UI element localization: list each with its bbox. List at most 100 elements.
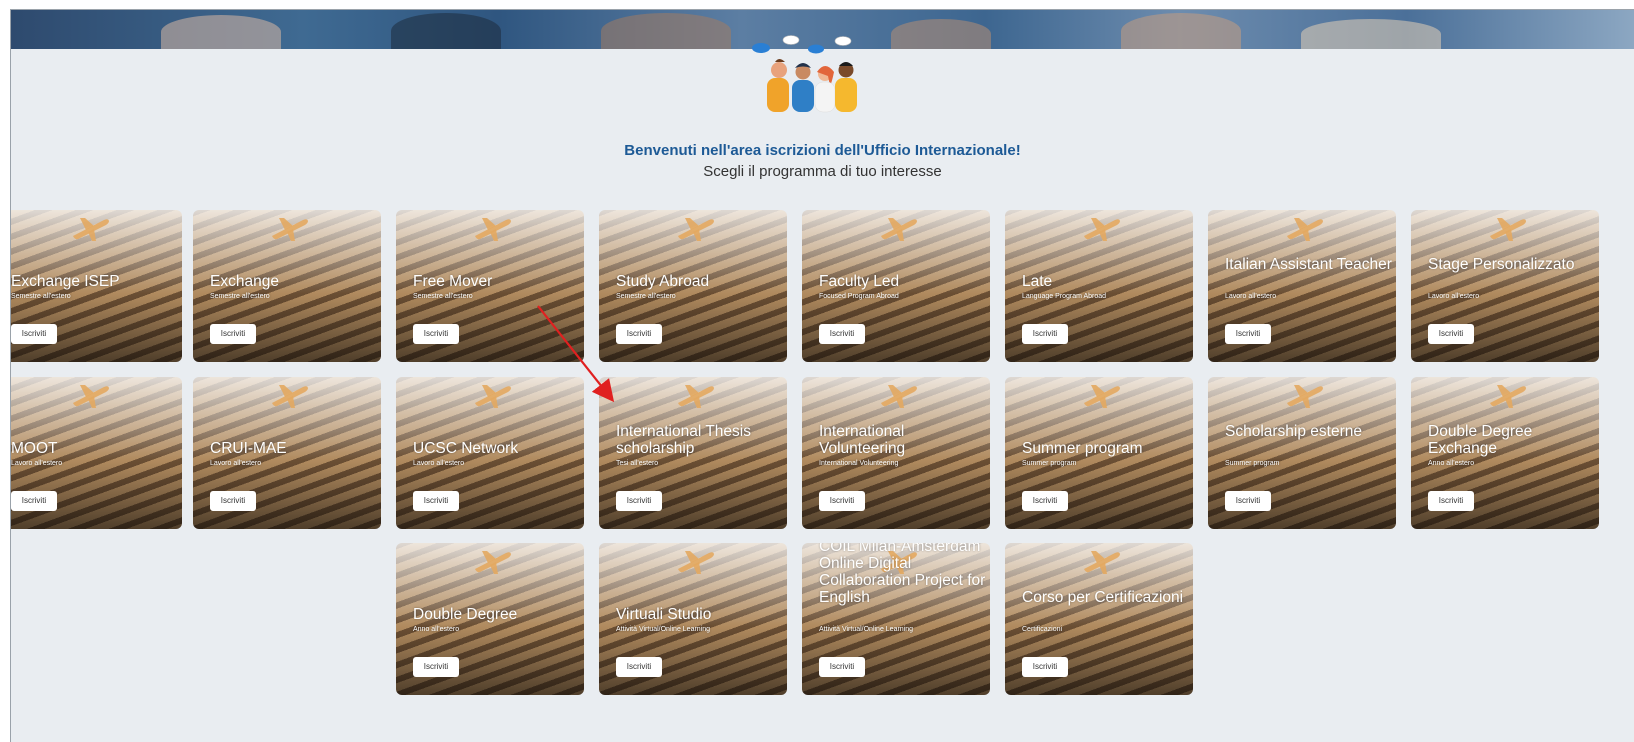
iscriviti-button[interactable]: Iscriviti	[1022, 324, 1068, 344]
program-title: Stage Personalizzato	[1428, 256, 1575, 273]
airplane-icon	[1084, 218, 1120, 241]
program-subtitle: Lavoro all'estero	[11, 460, 63, 467]
iscriviti-button[interactable]: Iscriviti	[413, 324, 459, 344]
program-title: Scholarship esterne	[1225, 423, 1362, 440]
program-title: MOOT	[11, 440, 58, 457]
iscriviti-button[interactable]: Iscriviti	[819, 324, 865, 344]
program-card-exchange: Exchange Semestre all'estero Iscriviti	[193, 210, 381, 362]
program-card-double-degree: Double Degree Anno all'estero Iscriviti	[396, 543, 584, 695]
airplane-icon	[73, 218, 109, 241]
program-subtitle: Anno all'estero	[1428, 460, 1475, 467]
airplane-icon	[1287, 218, 1323, 241]
program-title: Study Abroad	[616, 273, 710, 290]
program-subtitle: Attività Virtual/Online Learning	[616, 626, 711, 633]
iscriviti-button[interactable]: Iscriviti	[1428, 491, 1474, 511]
program-title: Free Mover	[413, 273, 493, 290]
program-title: Exchange	[210, 273, 279, 290]
program-subtitle: Certificazioni	[1022, 626, 1063, 633]
program-subtitle: Summer program	[1022, 460, 1077, 467]
airplane-icon	[1084, 385, 1120, 408]
program-subtitle: Anno all'estero	[413, 626, 460, 633]
welcome-subtitle: Scegli il programma di tuo interesse	[703, 163, 942, 180]
program-title: International Thesis scholarship	[616, 423, 751, 457]
program-subtitle: Semestre all'estero	[616, 293, 676, 300]
program-title: CRUI-MAE	[210, 440, 287, 457]
airplane-icon	[272, 385, 308, 408]
program-card-stage-personalizzato: Stage Personalizzato Lavoro all'estero Isc…	[1411, 210, 1599, 362]
program-card-exchange-isep: Exchange ISEP Semestre all'estero Iscrivit…	[11, 210, 182, 362]
program-title: Late	[1022, 273, 1053, 290]
airplane-icon	[678, 218, 714, 241]
iscriviti-button[interactable]: Iscriviti	[210, 491, 256, 511]
program-title: Virtuali Studio	[616, 606, 712, 623]
iscriviti-button[interactable]: Iscriviti	[616, 491, 662, 511]
iscriviti-button[interactable]: Iscriviti	[819, 657, 865, 677]
iscriviti-button[interactable]: Iscriviti	[1428, 324, 1474, 344]
airplane-icon	[1490, 385, 1526, 408]
program-card-study-abroad: Study Abroad Semestre all'estero Iscriviti	[599, 210, 787, 362]
program-card-faculty-led: Faculty Led Focused Program Abroad Iscrivi…	[802, 210, 990, 362]
airplane-icon	[73, 385, 109, 408]
airplane-icon	[678, 385, 714, 408]
program-title: Corso per Certificazioni	[1022, 589, 1184, 606]
program-subtitle: Summer program	[1225, 460, 1280, 467]
page-frame: Benvenuti nell'area iscrizioni dell'Uffi…	[10, 9, 1634, 742]
program-title: Double Degree Exchange	[1428, 423, 1533, 457]
airplane-icon	[1287, 385, 1323, 408]
program-subtitle: Lavoro all'estero	[1225, 293, 1277, 300]
airplane-icon	[475, 385, 511, 408]
program-subtitle: International Volunteering	[819, 460, 899, 467]
program-card-double-degree-exchange: Double Degree Exchange Anno all'estero Isc…	[1411, 377, 1599, 529]
iscriviti-button[interactable]: Iscriviti	[616, 324, 662, 344]
program-card-coil-milan-amsterdam-online-digital-collaboration-project-for-english: COIL Milan-Amsterdam Online Digital Coll…	[802, 543, 990, 695]
airplane-icon	[272, 218, 308, 241]
airplane-icon	[475, 551, 511, 574]
program-subtitle: Lavoro all'estero	[1428, 293, 1480, 300]
program-card-international-thesis-scholarship: International Thesis scholarship Tesi all…	[599, 377, 787, 529]
iscriviti-button[interactable]: Iscriviti	[11, 491, 57, 511]
iscriviti-button[interactable]: Iscriviti	[1225, 324, 1271, 344]
program-subtitle: Focused Program Abroad	[819, 293, 899, 300]
program-subtitle: Semestre all'estero	[413, 293, 473, 300]
program-title: Faculty Led	[819, 273, 900, 290]
program-subtitle: Lavoro all'estero	[210, 460, 262, 467]
airplane-icon	[1490, 218, 1526, 241]
program-title: COIL Milan-Amsterdam Online Digital Coll…	[819, 543, 986, 606]
program-card-scholarship-esterne: Scholarship esterne Summer program Iscrivi…	[1208, 377, 1396, 529]
students-illustration	[752, 35, 857, 113]
program-subtitle: Attività Virtual/Online Learning	[819, 626, 914, 633]
welcome-title: Benvenuti nell'area iscrizioni dell'Uffi…	[624, 142, 1021, 159]
iscriviti-button[interactable]: Iscriviti	[1225, 491, 1271, 511]
airplane-icon	[881, 385, 917, 408]
program-subtitle: Tesi all'estero	[616, 460, 659, 467]
program-card-late: Late Language Program Abroad Iscriviti	[1005, 210, 1193, 362]
program-subtitle: Semestre all'estero	[11, 293, 71, 300]
program-card-corso-per-certificazioni: Corso per Certificazioni Certificazioni Is…	[1005, 543, 1193, 695]
program-card-summer-program: Summer program Summer program Iscriviti	[1005, 377, 1193, 529]
program-title: UCSC Network	[413, 440, 519, 457]
iscriviti-button[interactable]: Iscriviti	[413, 657, 459, 677]
program-card-moot: MOOT Lavoro all'estero Iscriviti	[11, 377, 182, 529]
program-card-ucsc-network: UCSC Network Lavoro all'estero Iscriviti	[396, 377, 584, 529]
program-card-italian-assistant-teacher: Italian Assistant Teacher Lavoro all'este…	[1208, 210, 1396, 362]
airplane-icon	[678, 551, 714, 574]
program-title: International Volunteering	[819, 423, 906, 457]
program-card-international-volunteering: International Volunteering International …	[802, 377, 990, 529]
program-subtitle: Language Program Abroad	[1022, 293, 1107, 300]
airplane-icon	[1084, 551, 1120, 574]
iscriviti-button[interactable]: Iscriviti	[616, 657, 662, 677]
airplane-icon	[475, 218, 511, 241]
program-subtitle: Lavoro all'estero	[413, 460, 465, 467]
iscriviti-button[interactable]: Iscriviti	[1022, 491, 1068, 511]
program-title: Exchange ISEP	[11, 273, 120, 290]
iscriviti-button[interactable]: Iscriviti	[11, 324, 57, 344]
program-title: Double Degree	[413, 606, 518, 623]
iscriviti-button[interactable]: Iscriviti	[1022, 657, 1068, 677]
program-card-virtuali-studio: Virtuali Studio Attività Virtual/Online L…	[599, 543, 787, 695]
iscriviti-button[interactable]: Iscriviti	[210, 324, 256, 344]
program-title: Summer program	[1022, 440, 1143, 457]
program-subtitle: Semestre all'estero	[210, 293, 270, 300]
iscriviti-button[interactable]: Iscriviti	[413, 491, 459, 511]
iscriviti-button[interactable]: Iscriviti	[819, 491, 865, 511]
program-card-free-mover: Free Mover Semestre all'estero Iscriviti	[396, 210, 584, 362]
